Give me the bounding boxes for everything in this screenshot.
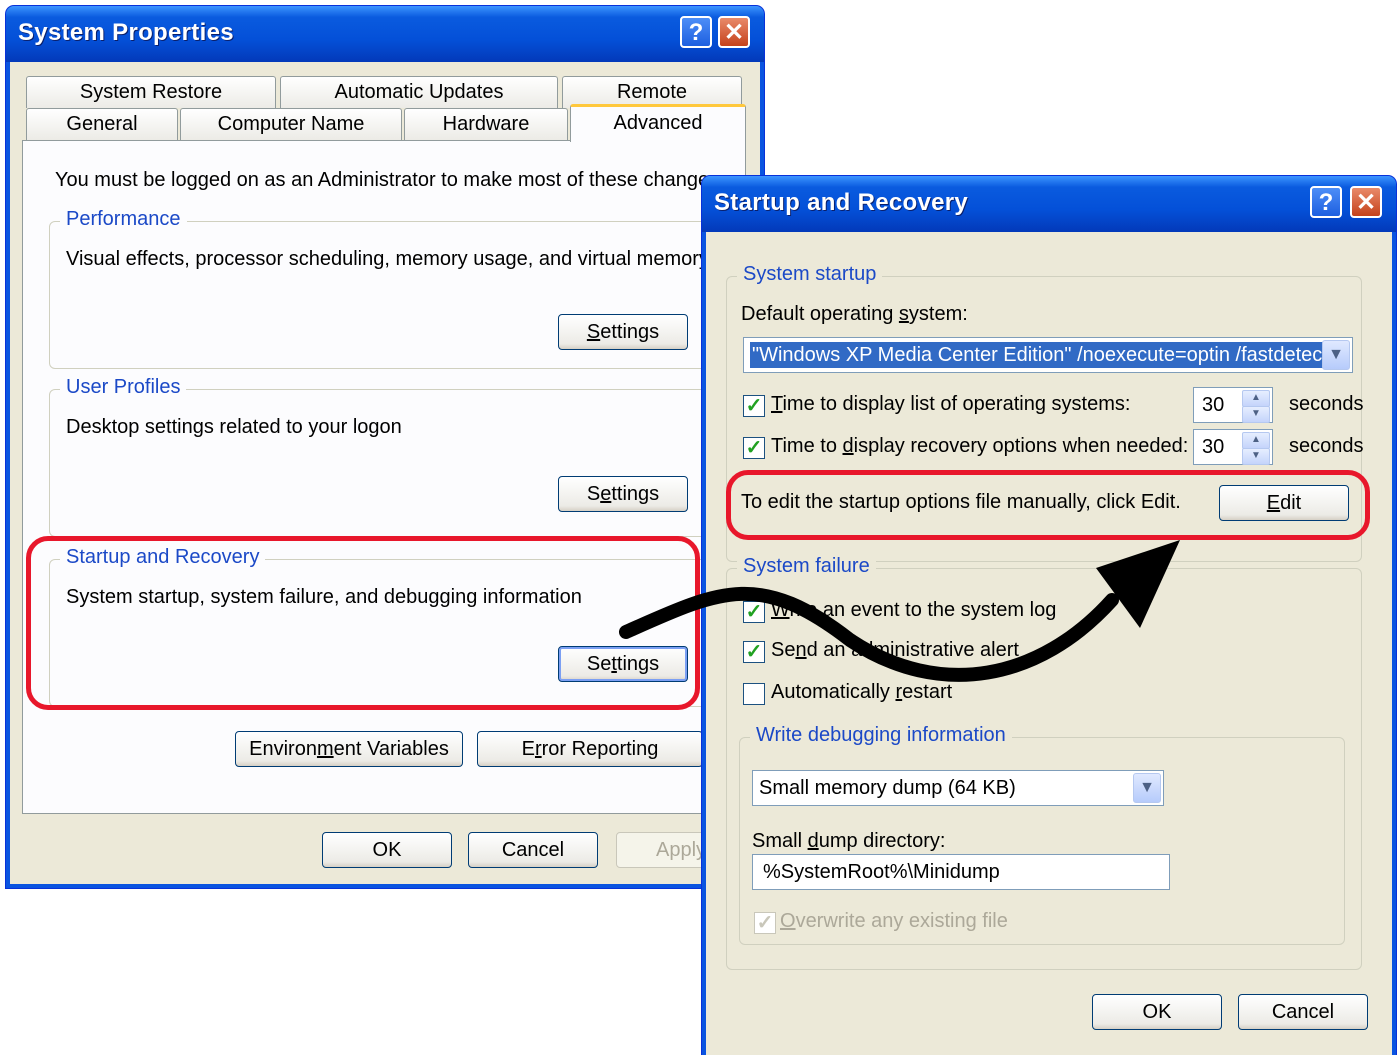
highlight-edit-row	[726, 470, 1370, 540]
dump-directory-label: Small dump directory:	[752, 830, 946, 852]
chevron-down-icon[interactable]: ▼	[1133, 773, 1161, 803]
default-os-label: Default operating system:	[741, 303, 968, 325]
system-properties-titlebar[interactable]: System Properties ? ✕	[6, 6, 764, 62]
time-list-value: 30	[1202, 394, 1225, 416]
ok-button[interactable]: OK	[322, 832, 452, 868]
dump-directory-input[interactable]: %SystemRoot%\Minidump	[752, 854, 1170, 890]
auto-restart-label: Automatically restart	[771, 681, 953, 703]
send-alert-label: Send an administrative alert	[771, 639, 1019, 661]
error-reporting-button[interactable]: Error Reporting	[477, 731, 703, 767]
cancel-button[interactable]: Cancel	[468, 832, 598, 868]
help-button[interactable]: ?	[1310, 186, 1342, 218]
tab-general[interactable]: General	[26, 108, 178, 140]
time-recovery-value: 30	[1202, 436, 1225, 458]
dump-type-value: Small memory dump (64 KB)	[759, 777, 1016, 799]
system-startup-label: System startup	[737, 263, 883, 286]
write-event-checkbox[interactable]: ✓	[743, 601, 765, 623]
advanced-tab-page: You must be logged on as an Administrato…	[22, 140, 751, 814]
tab-hardware[interactable]: Hardware	[404, 108, 568, 140]
chevron-down-icon[interactable]: ▼	[1322, 340, 1350, 370]
spin-down-icon[interactable]: ▼	[1242, 406, 1270, 423]
window-title: Startup and Recovery	[714, 189, 969, 216]
close-button[interactable]: ✕	[1350, 186, 1382, 218]
performance-settings-button[interactable]: Settings	[558, 314, 688, 350]
tab-automatic-updates[interactable]: Automatic Updates	[280, 76, 558, 108]
system-failure-label: System failure	[737, 555, 876, 578]
seconds-label: seconds	[1289, 435, 1364, 457]
default-os-select[interactable]: "Windows XP Media Center Edition" /noexe…	[743, 337, 1353, 373]
user-profiles-label: User Profiles	[60, 376, 187, 399]
overwrite-checkbox[interactable]: ✓	[754, 912, 776, 934]
write-event-label: Write an event to the system log	[771, 599, 1057, 621]
environment-variables-button[interactable]: Environment Variables	[235, 731, 463, 767]
user-profiles-settings-button[interactable]: Settings	[558, 476, 688, 512]
debug-info-group: Write debugging information Small memory…	[739, 724, 1345, 945]
performance-label: Performance	[60, 208, 187, 231]
system-properties-client: System Restore Automatic Updates Remote …	[10, 62, 760, 884]
debug-info-label: Write debugging information	[750, 724, 1012, 747]
cancel-button[interactable]: Cancel	[1238, 994, 1368, 1030]
time-list-checkbox[interactable]: ✓	[743, 395, 765, 417]
tab-advanced[interactable]: Advanced	[570, 104, 746, 142]
time-recovery-label: Time to display recovery options when ne…	[771, 435, 1189, 457]
performance-group: Performance Visual effects, processor sc…	[49, 208, 751, 369]
user-profiles-group: User Profiles Desktop settings related t…	[49, 376, 751, 537]
tab-system-restore[interactable]: System Restore	[26, 76, 276, 108]
highlight-startup-recovery	[26, 536, 700, 710]
spin-up-icon[interactable]: ▲	[1242, 432, 1270, 449]
startup-recovery-window: Startup and Recovery ? ✕ System startup …	[702, 176, 1396, 1055]
user-profiles-description: Desktop settings related to your logon	[66, 416, 402, 438]
time-list-spinner[interactable]: 30 ▲ ▼	[1193, 387, 1273, 423]
performance-description: Visual effects, processor scheduling, me…	[66, 248, 709, 270]
time-list-label: Time to display list of operating system…	[771, 393, 1131, 415]
auto-restart-checkbox[interactable]	[743, 683, 765, 705]
default-os-value: "Windows XP Media Center Edition" /noexe…	[750, 342, 1330, 368]
admin-notice: You must be logged on as an Administrato…	[55, 169, 725, 191]
ok-button[interactable]: OK	[1092, 994, 1222, 1030]
close-button[interactable]: ✕	[718, 16, 750, 48]
window-title: System Properties	[18, 19, 234, 46]
seconds-label: seconds	[1289, 393, 1364, 415]
time-recovery-spinner[interactable]: 30 ▲ ▼	[1193, 429, 1273, 465]
startup-recovery-titlebar[interactable]: Startup and Recovery ? ✕	[702, 176, 1396, 232]
tab-computer-name[interactable]: Computer Name	[180, 108, 402, 140]
system-failure-group: System failure ✓ Write an event to the s…	[726, 555, 1362, 970]
startup-recovery-client: System startup Default operating system:…	[706, 232, 1392, 1055]
spin-down-icon[interactable]: ▼	[1242, 448, 1270, 465]
time-recovery-checkbox[interactable]: ✓	[743, 437, 765, 459]
send-alert-checkbox[interactable]: ✓	[743, 641, 765, 663]
system-properties-window: System Properties ? ✕ System Restore Aut…	[6, 6, 764, 888]
help-button[interactable]: ?	[680, 16, 712, 48]
overwrite-label: Overwrite any existing file	[780, 910, 1008, 932]
spin-up-icon[interactable]: ▲	[1242, 390, 1270, 407]
dump-type-select[interactable]: Small memory dump (64 KB) ▼	[752, 770, 1164, 806]
